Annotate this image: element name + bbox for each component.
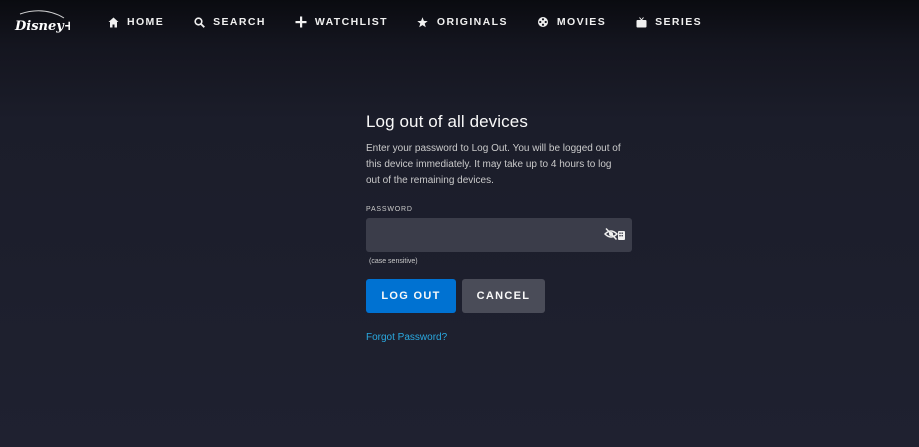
logout-all-devices-panel: Log out of all devices Enter your passwo… [366,112,632,345]
nav-series-label: SERIES [655,16,703,28]
action-buttons: LOG OUT CANCEL [366,279,632,313]
page-title: Log out of all devices [366,112,528,131]
logo-text: Disney+ [14,19,70,34]
nav-watchlist[interactable]: WATCHLIST [295,0,388,44]
nav-home-label: HOME [127,16,165,28]
plus-icon [295,16,307,28]
nav-home[interactable]: HOME [107,0,164,44]
main-nav: HOME SEARCH WATCHLIST ORIGINALS MOVIES S… [107,0,731,44]
password-field-container [366,218,632,252]
nav-series[interactable]: SERIES [635,0,702,44]
log-out-button[interactable]: LOG OUT [366,279,456,313]
nav-movies[interactable]: MOVIES [537,0,606,44]
cancel-button[interactable]: CANCEL [462,279,545,313]
star-icon [417,16,429,28]
nav-search-label: SEARCH [213,16,266,28]
password-hint: (case sensitive) [369,258,418,265]
nav-originals[interactable]: ORIGINALS [417,0,508,44]
top-navigation-bar: Disney+ HOME SEARCH WATCHLIST ORIGINALS … [0,0,919,44]
nav-movies-label: MOVIES [556,16,607,28]
home-icon [107,16,119,28]
password-label: PASSWORD [366,206,413,213]
nav-originals-label: ORIGINALS [436,16,508,28]
disney-plus-logo[interactable]: Disney+ [14,8,75,38]
tv-icon [635,16,647,28]
page: Disney+ HOME SEARCH WATCHLIST ORIGINALS … [0,0,919,447]
nav-search[interactable]: SEARCH [193,0,266,44]
nav-watchlist-label: WATCHLIST [314,16,388,28]
forgot-password-link[interactable]: Forgot Password? [366,332,447,343]
page-description: Enter your password to Log Out. You will… [366,143,621,186]
film-reel-icon [537,16,549,28]
search-icon [193,16,205,28]
password-input[interactable] [366,218,632,252]
show-password-toggle-icon[interactable] [603,227,626,243]
